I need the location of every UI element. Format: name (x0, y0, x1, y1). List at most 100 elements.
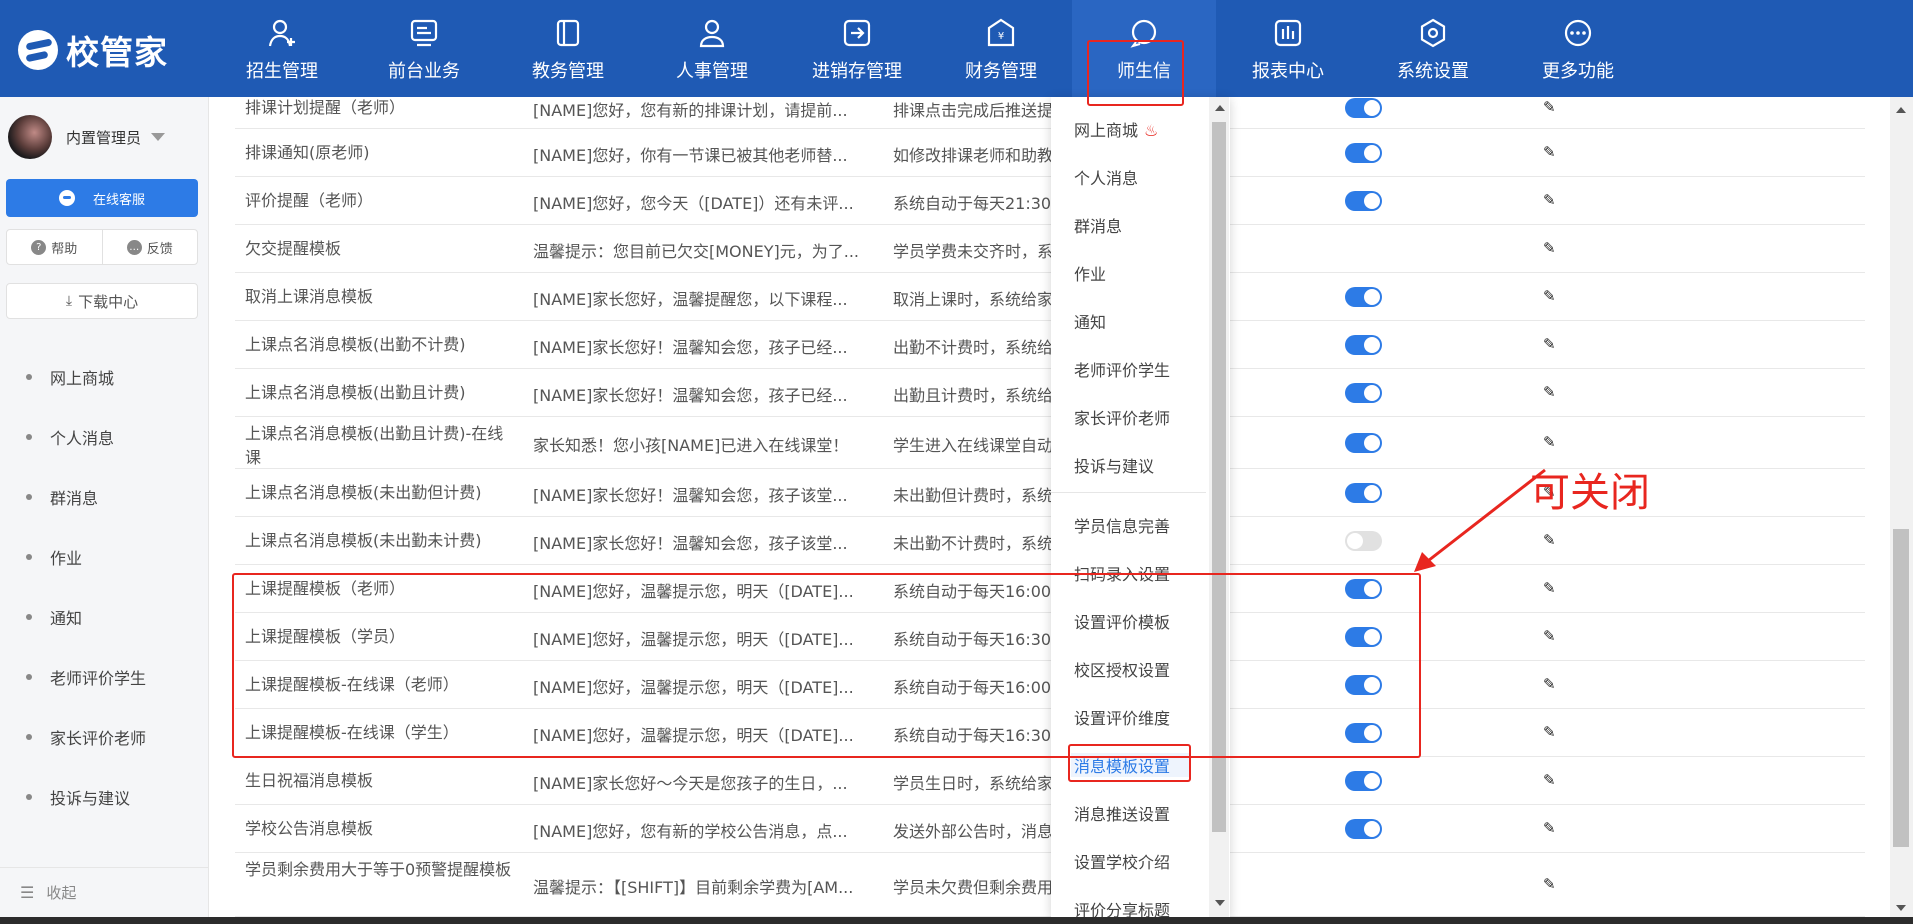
nav-tab-label: 报表中心 (1252, 61, 1324, 82)
dropdown-item[interactable]: 消息推送设置 (1074, 801, 1170, 825)
question-icon: ? (31, 239, 47, 255)
edit-pencil-icon[interactable]: ✎ (1543, 675, 1556, 693)
nav-tab-5[interactable]: 进销存管理 (785, 0, 929, 97)
template-name-cell: 上课点名消息模板(出勤且计费)-在线课 (245, 424, 504, 467)
edit-pencil-icon[interactable]: ✎ (1543, 383, 1556, 401)
edit-pencil-icon[interactable]: ✎ (1543, 875, 1556, 893)
table-row: 欠交提醒模板 温馨提示：您目前已欠交[MONEY]元，为了... 学员学费未交齐时，… (235, 225, 1865, 273)
download-center-button[interactable]: ⤓ 下载中心 (6, 283, 198, 319)
dropdown-item[interactable]: 设置学校介绍 (1074, 849, 1170, 873)
dropdown-scrollbar[interactable] (1209, 97, 1229, 917)
dropdown-item[interactable]: 家长评价老师 (1074, 405, 1170, 429)
scroll-up-icon[interactable] (1215, 105, 1225, 111)
enable-toggle[interactable] (1345, 771, 1382, 791)
help-button[interactable]: ? 帮助 (7, 230, 103, 264)
edit-pencil-icon[interactable]: ✎ (1543, 627, 1556, 645)
enable-toggle[interactable] (1345, 819, 1382, 839)
feedback-label: 反馈 (146, 241, 173, 257)
dropdown-item[interactable]: 投诉与建议 (1074, 453, 1154, 477)
edit-pencil-icon[interactable]: ✎ (1543, 335, 1556, 353)
sidebar-item[interactable]: 老师评价学生 (26, 665, 146, 689)
enable-toggle[interactable] (1345, 287, 1382, 307)
sidebar-item[interactable]: 个人消息 (26, 425, 114, 449)
edit-pencil-icon[interactable]: ✎ (1543, 287, 1556, 305)
sidebar-item[interactable]: 投诉与建议 (26, 785, 130, 809)
nav-tab-label: 财务管理 (965, 61, 1037, 82)
feedback-button[interactable]: … 反馈 (103, 230, 198, 264)
nav-tab-2[interactable]: 前台业务 (352, 0, 496, 97)
avatar (8, 115, 52, 159)
edit-pencil-icon[interactable]: ✎ (1543, 723, 1556, 741)
sidebar-item[interactable]: 网上商城 (26, 365, 114, 389)
main-scrollbar-thumb[interactable] (1893, 529, 1909, 847)
nav-tab-label: 进销存管理 (812, 61, 902, 82)
enable-toggle[interactable] (1345, 383, 1382, 403)
bullet-icon (26, 674, 32, 680)
main-scrollbar[interactable] (1890, 97, 1913, 917)
enable-toggle[interactable] (1345, 433, 1382, 453)
nav-tab-10[interactable]: 更多功能 (1506, 0, 1650, 97)
table-row: 学员剩余费用大于等于0预警提醒模板 温馨提示：【[SHIFT]】目前剩余学费为[A… (235, 853, 1865, 917)
sidebar-item[interactable]: 通知 (26, 605, 82, 629)
scroll-down-icon[interactable] (1215, 900, 1225, 906)
template-content-cell: [NAME]家长您好，温馨提醒您，以下课程... (533, 290, 848, 309)
nav-tab-6[interactable]: ¥ 财务管理 (929, 0, 1073, 97)
headset-icon (58, 190, 75, 206)
horizontal-scrollbar[interactable] (0, 917, 1913, 924)
edit-pencil-icon[interactable]: ✎ (1543, 579, 1556, 597)
enable-toggle[interactable] (1345, 335, 1382, 355)
edit-pencil-icon[interactable]: ✎ (1543, 771, 1556, 789)
enable-toggle[interactable] (1345, 143, 1382, 163)
dropdown-item-label: 老师评价学生 (1074, 361, 1171, 380)
template-name-cell: 上课点名消息模板(未出勤但计费) (245, 483, 482, 502)
edit-pencil-icon[interactable]: ✎ (1543, 98, 1556, 116)
online-service-button[interactable]: 在线客服 (6, 179, 198, 217)
nav-tab-3[interactable]: 教务管理 (496, 0, 640, 97)
template-content-cell: 温馨提示：【[SHIFT]】目前剩余学费为[AM... (533, 878, 854, 897)
sidebar-item[interactable]: 作业 (26, 545, 82, 569)
table-row: 上课点名消息模板(出勤不计费) [NAME]家长您好！温馨知会您，孩子已经... 出… (235, 321, 1865, 369)
bar-chart-icon (1274, 19, 1302, 47)
dropdown-item[interactable]: 群消息 (1074, 213, 1122, 237)
bullet-icon (26, 434, 32, 440)
more-dots-icon (1564, 19, 1592, 47)
highlight-rows-box (232, 573, 1421, 758)
template-name-cell: 排课通知(原老师) (245, 143, 370, 162)
dropdown-item[interactable]: 网上商城 ♨ (1074, 117, 1158, 141)
scroll-up-icon[interactable] (1896, 107, 1906, 113)
enable-toggle[interactable] (1345, 98, 1382, 118)
edit-pencil-icon[interactable]: ✎ (1543, 433, 1556, 451)
dropdown-item[interactable]: 老师评价学生 (1074, 357, 1170, 381)
enable-toggle[interactable] (1345, 531, 1382, 551)
logo-text: 校管家 (66, 33, 168, 72)
edit-pencil-icon[interactable]: ✎ (1543, 191, 1556, 209)
bullet-icon (26, 734, 32, 740)
sidebar-item[interactable]: 群消息 (26, 485, 98, 509)
enable-toggle[interactable] (1345, 191, 1382, 211)
nav-tab-4[interactable]: 人事管理 (640, 0, 784, 97)
collapse-button[interactable]: ☰ 收起 (0, 867, 209, 917)
edit-pencil-icon[interactable]: ✎ (1543, 239, 1556, 257)
dropdown-item-label: 学员信息完善 (1074, 517, 1171, 536)
sidebar-item[interactable]: 家长评价老师 (26, 725, 146, 749)
dropdown-item[interactable]: 学员信息完善 (1074, 513, 1170, 537)
scroll-down-icon[interactable] (1896, 905, 1906, 911)
nav-tab-9[interactable]: 系统设置 (1361, 0, 1505, 97)
dropdown-item[interactable]: 个人消息 (1074, 165, 1138, 189)
nav-tab-label: 前台业务 (388, 61, 460, 82)
user-profile[interactable]: 内置管理员 (8, 115, 166, 159)
edit-pencil-icon[interactable]: ✎ (1543, 819, 1556, 837)
dropdown-item[interactable]: 作业 (1074, 261, 1106, 285)
template-content-cell: [NAME]家长您好！温馨知会您，孩子已经... (533, 338, 848, 357)
dropdown-item[interactable]: 评价分享标题 (1074, 897, 1170, 917)
caret-down-icon[interactable] (151, 133, 166, 141)
template-content-cell: [NAME]家长您好～今天是您孩子的生日，... (533, 774, 848, 793)
bullet-icon (26, 494, 32, 500)
dropdown-item[interactable]: 通知 (1074, 309, 1106, 333)
nav-tab-label: 招生管理 (246, 61, 318, 82)
template-name-cell: 上课点名消息模板(出勤不计费) (245, 335, 466, 354)
nav-tab-1[interactable]: 招生管理 (210, 0, 354, 97)
nav-tab-8[interactable]: 报表中心 (1216, 0, 1360, 97)
enable-toggle[interactable] (1345, 483, 1382, 503)
edit-pencil-icon[interactable]: ✎ (1543, 143, 1556, 161)
